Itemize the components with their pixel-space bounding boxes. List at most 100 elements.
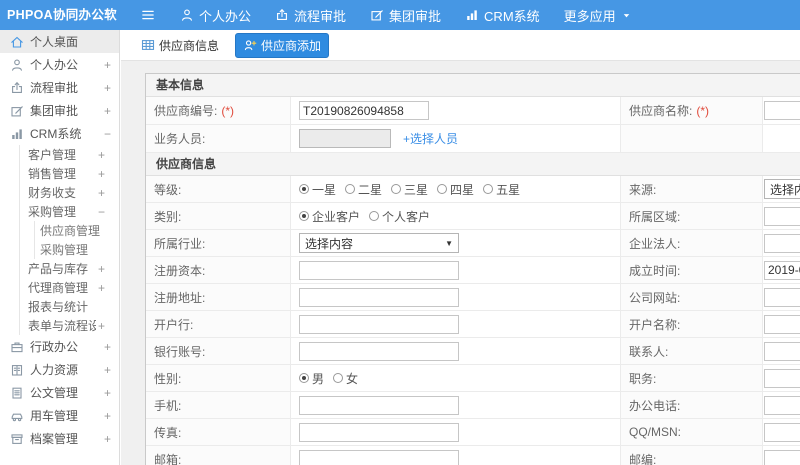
sidebar-item-5[interactable]: CRM系统 − [0, 122, 119, 145]
expand-toggle-icon[interactable]: + [102, 81, 111, 95]
level-radio-5[interactable]: 五星 [483, 181, 520, 198]
radio-label: 一星 [312, 182, 337, 197]
registered-capital-input[interactable] [299, 260, 459, 280]
fax-input[interactable] [299, 422, 459, 442]
sidebar-item-12[interactable]: 产品与库存 + [0, 259, 119, 278]
form-row: 所属行业: 选择内容 ▼ 企业法人: [146, 230, 800, 257]
sidebar-item-17[interactable]: 人力资源 + [0, 358, 119, 381]
expand-toggle-icon[interactable]: + [102, 386, 111, 400]
topnav-item-2[interactable]: 流程审批 [275, 6, 346, 25]
category-radio-2[interactable]: 个人客户 [369, 208, 430, 225]
tab-1[interactable]: 供应商信息 [133, 33, 227, 58]
sidebar-item-10[interactable]: 供应商管理 [0, 221, 119, 240]
expand-toggle-icon[interactable]: + [102, 363, 111, 377]
qq-msn-input[interactable] [764, 422, 800, 442]
website-input[interactable] [764, 287, 800, 307]
mobile-input[interactable] [299, 395, 459, 415]
expand-toggle-icon[interactable]: + [96, 262, 105, 276]
field-label: 传真: [154, 425, 182, 440]
topnav-item-3[interactable]: 集团审批 [370, 6, 441, 25]
select-person-link[interactable]: +选择人员 [403, 130, 458, 147]
supplier-code-input[interactable] [299, 101, 429, 120]
sidebar-item-label: 行政办公 [30, 340, 79, 354]
doc-icon [12, 387, 22, 399]
legal-person-input[interactable] [764, 233, 800, 253]
radio-icon [483, 184, 494, 194]
sidebar-item-13[interactable]: 代理商管理 + [0, 278, 119, 297]
level-radio-2[interactable]: 二星 [345, 181, 382, 198]
expand-toggle-icon[interactable]: − [102, 127, 111, 141]
tab-2[interactable]: 供应商添加 [235, 32, 330, 58]
expand-toggle-icon[interactable]: + [102, 409, 111, 423]
sidebar-item-8[interactable]: 财务收支 + [0, 183, 119, 202]
expand-toggle-icon[interactable]: + [96, 319, 105, 333]
zipcode-input[interactable] [764, 449, 800, 465]
flow-icon [12, 81, 22, 93]
expand-toggle-icon[interactable]: + [102, 58, 111, 72]
hamburger-menu-button[interactable] [140, 7, 156, 23]
sidebar-item-6[interactable]: 客户管理 + [0, 145, 119, 164]
category-radio-1[interactable]: 企业客户 [299, 208, 360, 225]
expand-toggle-icon[interactable]: + [96, 281, 105, 295]
gender-radio-2[interactable]: 女 [333, 370, 358, 387]
expand-toggle-icon[interactable]: + [96, 167, 105, 181]
region-input[interactable] [764, 206, 800, 226]
level-radio-3[interactable]: 三星 [391, 181, 428, 198]
level-radio-4[interactable]: 四星 [437, 181, 474, 198]
industry-select[interactable]: 选择内容 ▼ [299, 233, 459, 253]
founded-date-input[interactable] [764, 260, 800, 280]
required-marker: (*) [696, 103, 710, 118]
sidebar-item-16[interactable]: 行政办公 + [0, 335, 119, 358]
archive-icon [11, 433, 23, 444]
office-phone-input[interactable] [764, 395, 800, 415]
expand-toggle-icon[interactable]: − [96, 205, 105, 219]
field-label-cell: 来源: [620, 176, 763, 202]
expand-toggle-icon[interactable]: + [102, 340, 111, 354]
field-cell: 选择内容▼ [763, 176, 800, 202]
expand-toggle-icon[interactable]: + [96, 186, 105, 200]
sidebar: 个人桌面 个人办公 + 流程审批 + 集团审批 + CRM系统 − 客户管理 + 销售管理 + 财务收支 +… [0, 30, 120, 465]
field-label: 类别: [154, 209, 182, 224]
bank-input[interactable] [299, 314, 459, 334]
bank-account-input[interactable] [299, 341, 459, 361]
topnav-item-1[interactable]: 个人办公 [180, 6, 251, 25]
expand-toggle-icon[interactable]: + [102, 432, 111, 446]
field-cell [763, 365, 800, 391]
source-select[interactable]: 选择内容▼ [764, 179, 800, 199]
edit-icon [11, 105, 23, 116]
sidebar-item-11[interactable]: 采购管理 [0, 240, 119, 259]
sidebar-item-1[interactable]: 个人桌面 [0, 30, 119, 53]
sidebar-item-4[interactable]: 集团审批 + [0, 99, 119, 122]
field-cell [763, 97, 800, 124]
radio-label: 四星 [450, 182, 475, 197]
registered-address-input[interactable] [299, 287, 459, 307]
field-label-cell: 类别: [146, 203, 291, 229]
sidebar-item-18[interactable]: 公文管理 + [0, 381, 119, 404]
topnav-item-5[interactable]: 更多应用 [564, 6, 632, 25]
field-cell [763, 230, 800, 256]
expand-toggle-icon[interactable]: + [96, 148, 105, 162]
field-label-cell: 供应商编号: (*) [146, 97, 291, 124]
expand-toggle-icon[interactable]: + [102, 104, 111, 118]
sidebar-item-14[interactable]: 报表与统计 [0, 297, 119, 316]
sidebar-item-15[interactable]: 表单与流程设置+ [0, 316, 119, 335]
sidebar-item-20[interactable]: 档案管理 + [0, 427, 119, 450]
car-icon [11, 413, 23, 421]
staff-input[interactable] [299, 129, 391, 148]
contact-input[interactable] [764, 341, 800, 361]
account-name-input[interactable] [764, 314, 800, 334]
sidebar-item-7[interactable]: 销售管理 + [0, 164, 119, 183]
level-radio-1[interactable]: 一星 [299, 181, 336, 198]
sidebar-item-19[interactable]: 用车管理 + [0, 404, 119, 427]
field-cell [291, 446, 620, 465]
topnav-item-4[interactable]: CRM系统 [465, 6, 540, 25]
sidebar-item-3[interactable]: 流程审批 + [0, 76, 119, 99]
supplier-name-input[interactable] [764, 101, 800, 120]
sidebar-item-9[interactable]: 采购管理 − [0, 202, 119, 221]
sidebar-item-2[interactable]: 个人办公 + [0, 53, 119, 76]
position-input[interactable] [764, 368, 800, 388]
field-cell [763, 338, 800, 364]
sidebar-item-label: 产品与库存 [28, 262, 89, 276]
email-input[interactable] [299, 449, 459, 465]
gender-radio-1[interactable]: 男 [299, 370, 324, 387]
